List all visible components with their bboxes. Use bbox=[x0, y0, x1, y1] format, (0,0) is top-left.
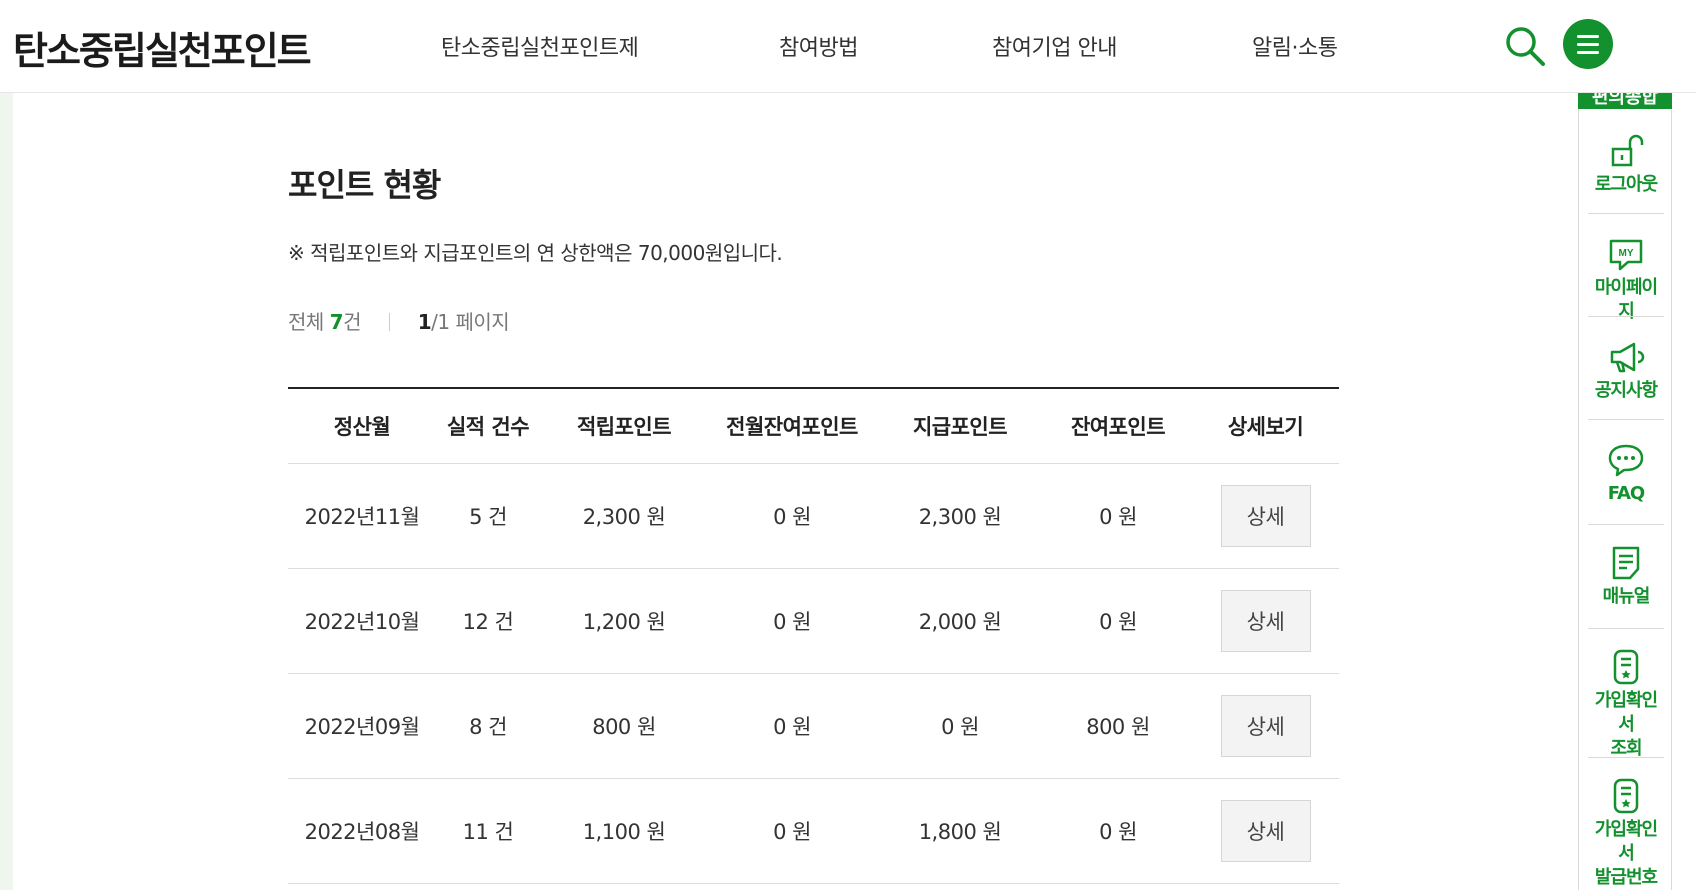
col-detail: 상세보기 bbox=[1227, 415, 1304, 439]
nav-notice-communication[interactable]: 알림·소통 bbox=[1252, 30, 1338, 62]
divider bbox=[388, 313, 390, 331]
current-page: 1 bbox=[417, 310, 432, 334]
col-paid-points: 지급포인트 bbox=[912, 415, 1008, 439]
table-header: 정산월 실적 건수 적립포인트 전월잔여포인트 지급포인트 잔여포인트 상세보기 bbox=[288, 389, 1339, 464]
col-settlement-month: 정산월 bbox=[333, 415, 391, 439]
certificate-icon bbox=[1613, 649, 1639, 685]
hamburger-menu-button[interactable] bbox=[1563, 19, 1613, 69]
quick-menu-header: 편의종합 bbox=[1578, 93, 1672, 109]
nav-how-to-join[interactable]: 참여방법 bbox=[779, 30, 858, 62]
site-header: 탄소중립실천포인트 탄소중립실천포인트제 참여방법 참여기업 안내 알림·소통 bbox=[0, 0, 1696, 93]
col-earned-points: 적립포인트 bbox=[576, 415, 672, 439]
left-decor-strip bbox=[0, 93, 13, 890]
document-icon bbox=[1612, 546, 1640, 580]
col-remain-points: 잔여포인트 bbox=[1070, 415, 1166, 439]
nav-partner-companies[interactable]: 참여기업 안내 bbox=[992, 30, 1117, 62]
quick-notice[interactable]: 공지사항 bbox=[1588, 337, 1664, 403]
col-prev-remain-points: 전월잔여포인트 bbox=[726, 415, 858, 439]
total-count: 7 bbox=[329, 310, 344, 334]
quick-faq[interactable]: FAQ bbox=[1588, 440, 1664, 506]
detail-button[interactable]: 상세 bbox=[1220, 800, 1311, 862]
page-title: 포인트 현황 bbox=[288, 166, 441, 204]
table-row: 2022년10월 12 건 1,200 원 0 원 2,000 원 0 원 상세 bbox=[288, 569, 1339, 674]
table-row: 2022년09월 8 건 800 원 0 원 0 원 800 원 상세 bbox=[288, 674, 1339, 779]
table-row: 2022년11월 5 건 2,300 원 0 원 2,300 원 0 원 상세 bbox=[288, 464, 1339, 569]
quick-certificate-number[interactable]: 가입확인서 발급번호 조회 bbox=[1588, 776, 1664, 890]
detail-button[interactable]: 상세 bbox=[1220, 590, 1311, 652]
hamburger-menu-icon bbox=[1577, 35, 1599, 38]
svg-text:MY: MY bbox=[1619, 248, 1634, 259]
certificate-icon bbox=[1613, 778, 1639, 814]
chat-bubble-icon bbox=[1608, 444, 1644, 477]
detail-button[interactable]: 상세 bbox=[1220, 695, 1311, 757]
col-record-count: 실적 건수 bbox=[446, 415, 530, 439]
nav-carbon-point-system[interactable]: 탄소중립실천포인트제 bbox=[441, 30, 639, 62]
megaphone-icon bbox=[1610, 342, 1645, 373]
limit-notice: ※ 적립포인트와 지급포인트의 연 상한액은 70,000원입니다. bbox=[288, 241, 783, 265]
quick-menu: 편의종합 로그아웃 MY 마이페이지 공지사항 FAQ 매뉴얼 가입확인서 조회… bbox=[1578, 93, 1672, 890]
quick-logout[interactable]: 로그아웃 bbox=[1588, 131, 1664, 197]
result-count: 전체 7건 1/1 페이지 bbox=[288, 310, 510, 334]
quick-join-certificate[interactable]: 가입확인서 조회 bbox=[1588, 647, 1664, 761]
table-row: 2022년08월 11 건 1,100 원 0 원 1,800 원 0 원 상세 bbox=[288, 779, 1339, 884]
my-page-icon: MY bbox=[1609, 239, 1643, 271]
points-table: 정산월 실적 건수 적립포인트 전월잔여포인트 지급포인트 잔여포인트 상세보기… bbox=[288, 387, 1339, 884]
search-button[interactable] bbox=[1503, 24, 1547, 68]
detail-button[interactable]: 상세 bbox=[1220, 485, 1311, 547]
site-logo[interactable]: 탄소중립실천포인트 bbox=[13, 20, 312, 75]
quick-mypage[interactable]: MY 마이페이지 bbox=[1588, 234, 1664, 324]
unlock-icon bbox=[1611, 134, 1644, 167]
search-icon bbox=[1506, 27, 1545, 66]
quick-manual[interactable]: 매뉴얼 bbox=[1588, 543, 1664, 609]
